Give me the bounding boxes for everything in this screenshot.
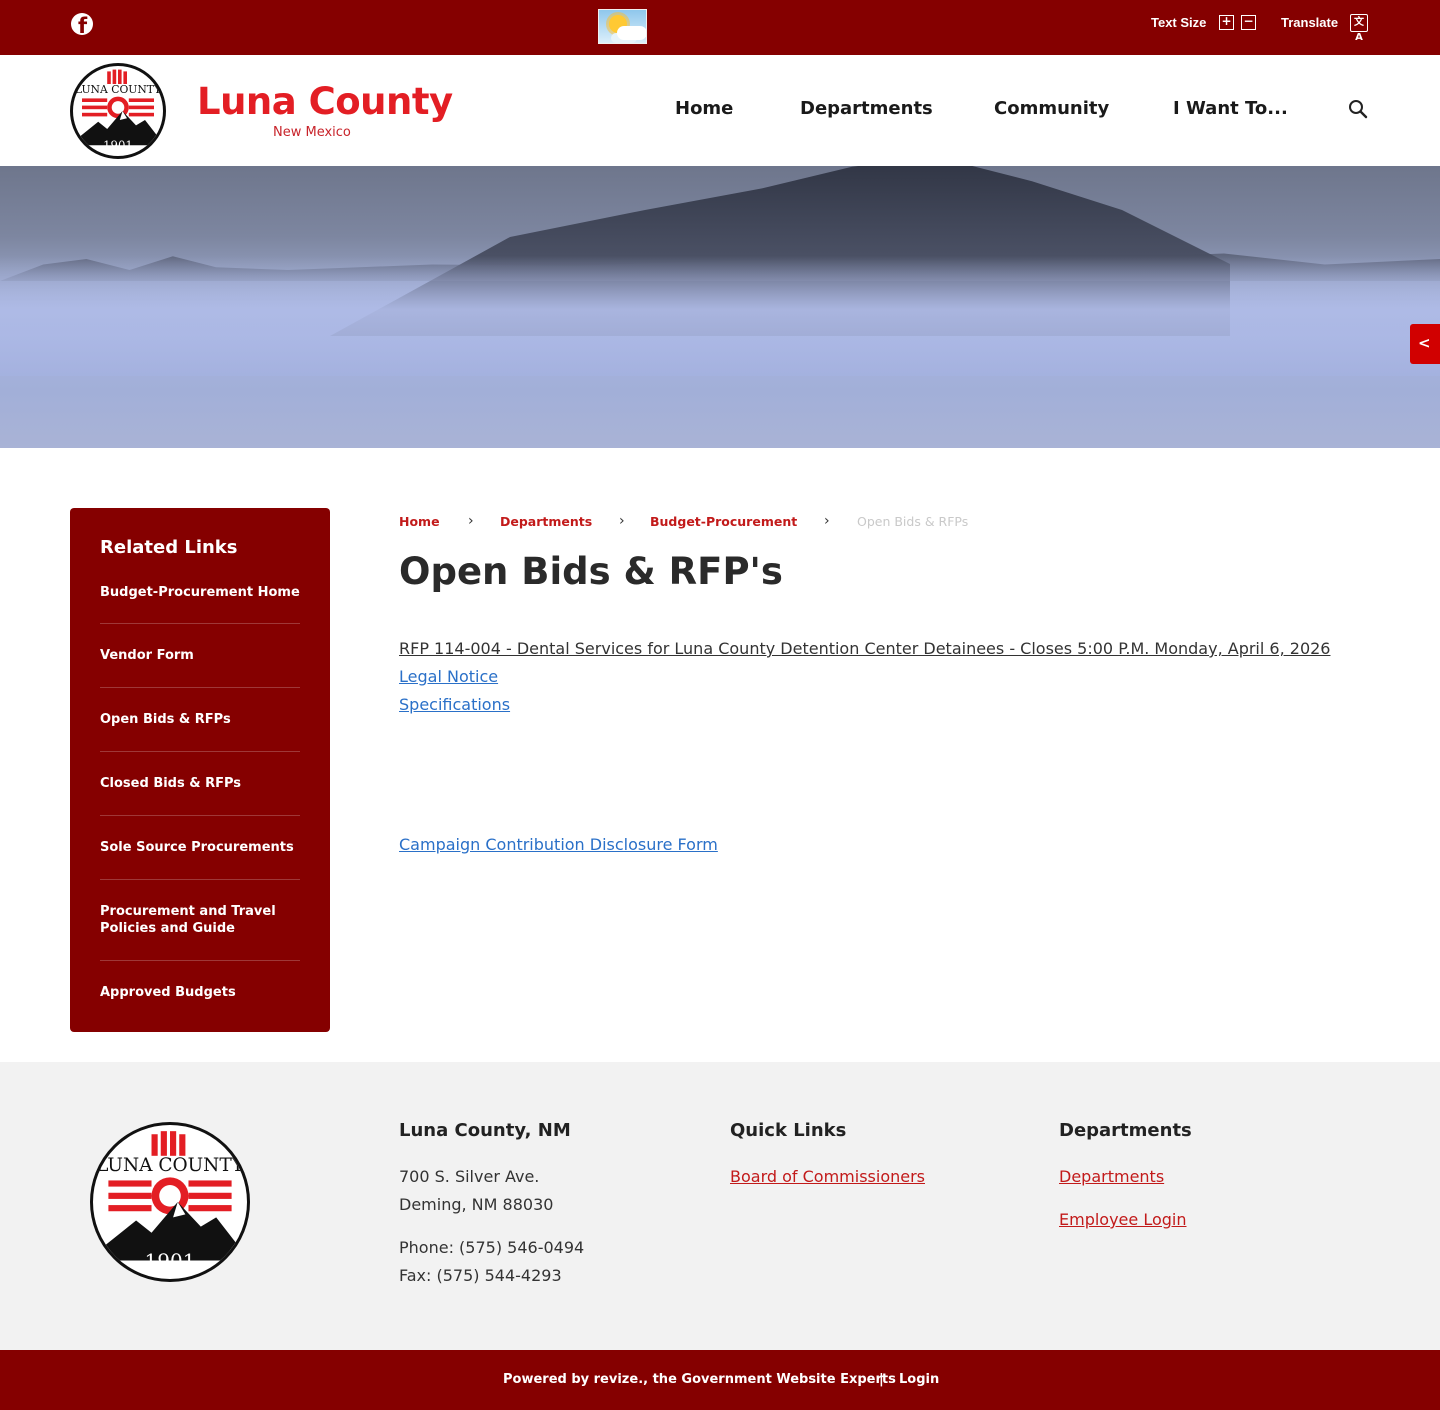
- footer-quick-links-heading: Quick Links: [730, 1120, 847, 1141]
- hero-fog: [0, 256, 1440, 376]
- footer-link-employee-login[interactable]: Employee Login: [1059, 1209, 1187, 1231]
- breadcrumb-chevron-icon: ›: [619, 513, 625, 529]
- facebook-glyph: f: [78, 14, 88, 38]
- specifications-link[interactable]: Specifications: [399, 694, 510, 716]
- sidebar-divider: [100, 960, 300, 961]
- sidebar-divider: [100, 879, 300, 880]
- translate-label[interactable]: Translate: [1281, 16, 1338, 30]
- decrease-text-size-button[interactable]: −: [1241, 15, 1256, 30]
- search-icon[interactable]: [1348, 99, 1368, 119]
- facebook-icon[interactable]: f: [71, 13, 93, 38]
- sidebar-item-open-bids[interactable]: Open Bids & RFPs: [100, 711, 300, 728]
- breadcrumb-chevron-icon: ›: [468, 513, 474, 529]
- related-links-sidebar: Related Links Budget-Procurement Home Ve…: [70, 508, 330, 1032]
- footer-address-line2: Deming, NM 88030: [399, 1195, 554, 1214]
- site-subtitle: New Mexico: [273, 125, 351, 140]
- sidebar-item-approved-budgets[interactable]: Approved Budgets: [100, 984, 300, 1001]
- sidebar-divider: [100, 623, 300, 624]
- sidebar-item-vendor-form[interactable]: Vendor Form: [100, 647, 300, 664]
- nav-departments[interactable]: Departments: [800, 98, 933, 120]
- site-title[interactable]: Luna County: [197, 81, 453, 123]
- powered-by-revize-link[interactable]: Powered by revize., the Government Websi…: [503, 1372, 896, 1388]
- breadcrumb-departments[interactable]: Departments: [500, 514, 592, 530]
- footer-departments-heading: Departments: [1059, 1120, 1192, 1141]
- footer-fax: Fax: (575) 544-4293: [399, 1266, 562, 1285]
- breadcrumb-home[interactable]: Home: [399, 514, 440, 530]
- login-link[interactable]: Login: [899, 1372, 939, 1388]
- sidebar-title: Related Links: [100, 537, 238, 558]
- footer-link-departments[interactable]: Departments: [1059, 1166, 1164, 1188]
- increase-text-size-button[interactable]: +: [1219, 15, 1234, 30]
- site-header: LUNA COUNTY 1901 Luna County New Mexico …: [0, 55, 1440, 166]
- nav-community[interactable]: Community: [994, 98, 1109, 120]
- hero-banner-image: [0, 166, 1440, 448]
- nav-i-want-to[interactable]: I Want To...: [1173, 98, 1288, 120]
- footer-county-seal-logo[interactable]: LUNA COUNTY 1901: [90, 1122, 250, 1282]
- seal-year: 1901: [103, 139, 133, 153]
- seal-top-text: LUNA COUNTY: [96, 1155, 245, 1176]
- sidebar-divider: [100, 687, 300, 688]
- sidebar-divider: [100, 815, 300, 816]
- footer-address-line1: 700 S. Silver Ave.: [399, 1167, 540, 1186]
- sidebar-divider: [100, 751, 300, 752]
- page-title: Open Bids & RFP's: [399, 550, 783, 593]
- sidebar-item-procurement-travel-policies[interactable]: Procurement and Travel Policies and Guid…: [100, 903, 285, 937]
- seal-year: 1901: [145, 1249, 196, 1273]
- bottom-bar-separator: |: [879, 1372, 884, 1387]
- breadcrumb-chevron-icon: ›: [824, 513, 830, 529]
- sidebar-item-sole-source[interactable]: Sole Source Procurements: [100, 839, 300, 856]
- footer-contact-heading: Luna County, NM: [399, 1120, 571, 1141]
- share-icon: <: [1418, 334, 1431, 352]
- text-size-label: Text Size: [1151, 15, 1207, 30]
- sidebar-item-closed-bids[interactable]: Closed Bids & RFPs: [100, 775, 300, 792]
- legal-notice-link[interactable]: Legal Notice: [399, 666, 498, 688]
- nav-home[interactable]: Home: [675, 98, 733, 120]
- county-seal-logo[interactable]: LUNA COUNTY 1901: [70, 63, 166, 159]
- sidebar-item-budget-procurement-home[interactable]: Budget-Procurement Home: [100, 584, 300, 601]
- seal-top-text: LUNA COUNTY: [75, 83, 162, 96]
- sun-cloud-icon[interactable]: [598, 9, 647, 44]
- footer-phone: Phone: (575) 546-0494: [399, 1238, 585, 1257]
- translate-icon[interactable]: 文A: [1350, 14, 1368, 43]
- campaign-contribution-form-link[interactable]: Campaign Contribution Disclosure Form: [399, 834, 718, 856]
- footer-link-board-of-commissioners[interactable]: Board of Commissioners: [730, 1166, 925, 1188]
- breadcrumb-current: Open Bids & RFPs: [857, 514, 969, 529]
- seal-graphic: LUNA COUNTY 1901: [94, 1126, 246, 1278]
- rfp-114-004-link[interactable]: RFP 114-004 - Dental Services for Luna C…: [399, 638, 1330, 660]
- share-button[interactable]: <: [1410, 324, 1440, 364]
- cloud-shape: [617, 26, 646, 40]
- seal-graphic: LUNA COUNTY 1901: [73, 66, 163, 156]
- breadcrumb-budget-procurement[interactable]: Budget-Procurement: [650, 514, 797, 530]
